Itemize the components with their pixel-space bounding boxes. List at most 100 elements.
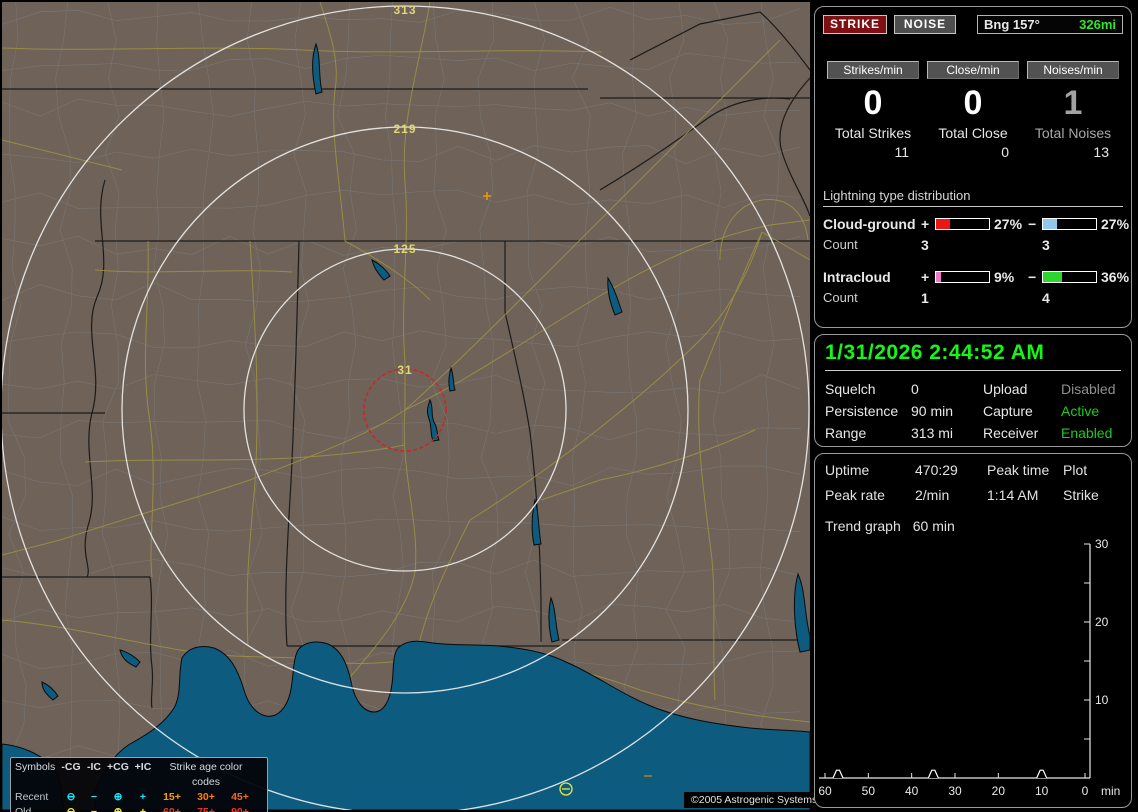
age-30: 30+ bbox=[197, 791, 215, 803]
cg-negative-count: 3 bbox=[1042, 237, 1050, 253]
lightning-distribution-section: Lightning type distribution Cloud-ground… bbox=[823, 188, 1129, 306]
recent-neg-cg-icon: ⊖ bbox=[66, 791, 76, 803]
bearing-value: Bng 157° bbox=[984, 17, 1040, 32]
recent-neg-ic-icon: − bbox=[90, 791, 98, 803]
persistence-value: 90 min bbox=[911, 403, 954, 419]
stats-grid: Uptime 470:29 Peak time Plot Peak rate 2… bbox=[825, 462, 1121, 503]
strikes-per-min-button[interactable]: Strikes/min bbox=[827, 61, 919, 79]
x-tick-label: 50 bbox=[862, 784, 876, 798]
ic-positive-bar bbox=[935, 271, 990, 283]
recent-pos-cg-icon: ⊕ bbox=[113, 791, 123, 803]
old-neg-cg-icon: ⊖ bbox=[66, 806, 76, 812]
copyright-notice: ©2005 Astrogenic Systems bbox=[684, 792, 825, 808]
strikes-rate-value: 0 bbox=[863, 84, 883, 122]
minus-sign: − bbox=[1028, 216, 1037, 232]
peak-rate-label: Peak rate bbox=[825, 487, 885, 503]
trend-peak bbox=[832, 769, 844, 779]
map-legend: Symbols -CG -IC +CG +IC Strike age color… bbox=[10, 757, 268, 812]
total-noises-value: 13 bbox=[1093, 144, 1109, 160]
trend-peak bbox=[927, 769, 939, 779]
legend-col-pos-ic: +IC bbox=[134, 761, 152, 773]
count-label: Count bbox=[823, 290, 858, 305]
plot-value: Strike bbox=[1063, 487, 1099, 503]
trend-peak bbox=[1036, 769, 1048, 779]
x-tick-label: 0 bbox=[1082, 784, 1089, 798]
lightning-map[interactable]: 313 219 125 31 bbox=[2, 2, 810, 810]
bearing-distance: 326mi bbox=[1079, 17, 1116, 32]
total-noises-label: Total Noises bbox=[1034, 125, 1112, 141]
bearing-readout: Bng 157° 326mi bbox=[977, 15, 1123, 34]
intracloud-row: Intracloud + 9% − 36% bbox=[823, 269, 1129, 285]
noises-counter: Noises/min 1 Total Noises 13 bbox=[1023, 61, 1123, 160]
legend-age-header: Strike age color codes bbox=[169, 761, 243, 788]
capture-status: Active bbox=[1061, 403, 1100, 419]
legend-col-neg-ic: -IC bbox=[87, 761, 101, 773]
x-tick-label: 30 bbox=[948, 784, 962, 798]
range-label: Range bbox=[825, 425, 867, 441]
cg-negative-bar bbox=[1042, 218, 1097, 230]
counters-panel: STRIKE NOISE Bng 157° 326mi Strikes/min … bbox=[814, 6, 1132, 328]
age-45: 45+ bbox=[231, 791, 249, 803]
ic-positive-pct: 9% bbox=[994, 269, 1015, 285]
receiver-status: Enabled bbox=[1061, 425, 1113, 441]
strikes-counter: Strikes/min 0 Total Strikes 11 bbox=[823, 61, 923, 160]
cloud-ground-row: Cloud-ground + 27% − 27% bbox=[823, 216, 1129, 232]
ring-label-313: 313 bbox=[393, 3, 416, 17]
x-tick-label: 10 bbox=[1035, 784, 1049, 798]
cloud-ground-count-row: Count 3 3 bbox=[823, 237, 1123, 253]
plus-sign: + bbox=[921, 269, 930, 285]
nexstorm-window: 313 219 125 31 Symbols -CG -IC +CG +IC S… bbox=[0, 0, 1138, 812]
count-label: Count bbox=[823, 237, 858, 252]
status-panel: 1/31/2026 2:44:52 AM Squelch 0 Upload Di… bbox=[814, 334, 1132, 447]
old-neg-ic-icon: − bbox=[90, 806, 98, 812]
legend-recent-label: Recent bbox=[15, 791, 49, 803]
cg-negative-pct: 27% bbox=[1101, 216, 1130, 232]
uptime-label: Uptime bbox=[825, 462, 870, 478]
ic-negative-bar bbox=[1042, 271, 1097, 283]
sidebar: STRIKE NOISE Bng 157° 326mi Strikes/min … bbox=[812, 0, 1138, 812]
peak-time-label: Peak time bbox=[987, 462, 1050, 478]
close-counter: Close/min 0 Total Close 0 bbox=[923, 61, 1023, 160]
noises-per-min-button[interactable]: Noises/min bbox=[1027, 61, 1119, 79]
upload-status: Disabled bbox=[1061, 381, 1116, 397]
ring-label-31: 31 bbox=[397, 363, 412, 377]
x-axis-unit-label: min bbox=[1101, 784, 1120, 798]
intracloud-count-row: Count 1 4 bbox=[823, 290, 1123, 306]
ic-negative-count: 4 bbox=[1042, 290, 1050, 306]
squelch-label: Squelch bbox=[825, 381, 876, 397]
age-15: 15+ bbox=[163, 791, 181, 803]
intracloud-label: Intracloud bbox=[823, 269, 891, 285]
x-tick-label: 20 bbox=[992, 784, 1006, 798]
close-per-min-button[interactable]: Close/min bbox=[927, 61, 1019, 79]
old-pos-ic-icon: + bbox=[139, 806, 147, 812]
datetime-display: 1/31/2026 2:44:52 AM bbox=[825, 341, 1045, 364]
total-strikes-value: 11 bbox=[894, 144, 909, 160]
old-pos-cg-icon: ⊕ bbox=[113, 806, 123, 812]
peak-rate-value: 2/min bbox=[915, 487, 950, 503]
y-tick-label: 20 bbox=[1095, 615, 1109, 629]
total-close-value: 0 bbox=[1001, 144, 1009, 160]
map-area: 313 219 125 31 Symbols -CG -IC +CG +IC S… bbox=[2, 2, 825, 812]
cloud-ground-label: Cloud-ground bbox=[823, 216, 916, 232]
divider bbox=[825, 370, 1121, 371]
cg-positive-bar bbox=[935, 218, 990, 230]
total-strikes-label: Total Strikes bbox=[834, 125, 912, 141]
recent-pos-ic-icon: + bbox=[139, 791, 147, 803]
distribution-title: Lightning type distribution bbox=[823, 188, 1123, 207]
age-75: 75+ bbox=[197, 806, 215, 812]
trend-graph-chart: 60 50 40 30 20 10 0 min 10 20 30 bbox=[818, 537, 1120, 798]
total-close-label: Total Close bbox=[938, 125, 1008, 141]
ic-negative-pct: 36% bbox=[1101, 269, 1130, 285]
close-rate-value: 0 bbox=[963, 84, 983, 122]
age-90: 90+ bbox=[231, 806, 249, 812]
noise-mode-button[interactable]: NOISE bbox=[894, 15, 956, 34]
strike-mode-button[interactable]: STRIKE bbox=[823, 15, 887, 34]
ring-label-219: 219 bbox=[393, 122, 416, 136]
range-value: 313 mi bbox=[911, 425, 954, 441]
x-tick-label: 60 bbox=[818, 784, 832, 798]
persistence-label: Persistence bbox=[825, 403, 899, 419]
settings-grid: Squelch 0 Upload Disabled Persistence 90… bbox=[825, 381, 1121, 441]
ring-label-125: 125 bbox=[393, 242, 416, 256]
trend-axes bbox=[819, 544, 1091, 779]
cg-positive-pct: 27% bbox=[994, 216, 1023, 232]
